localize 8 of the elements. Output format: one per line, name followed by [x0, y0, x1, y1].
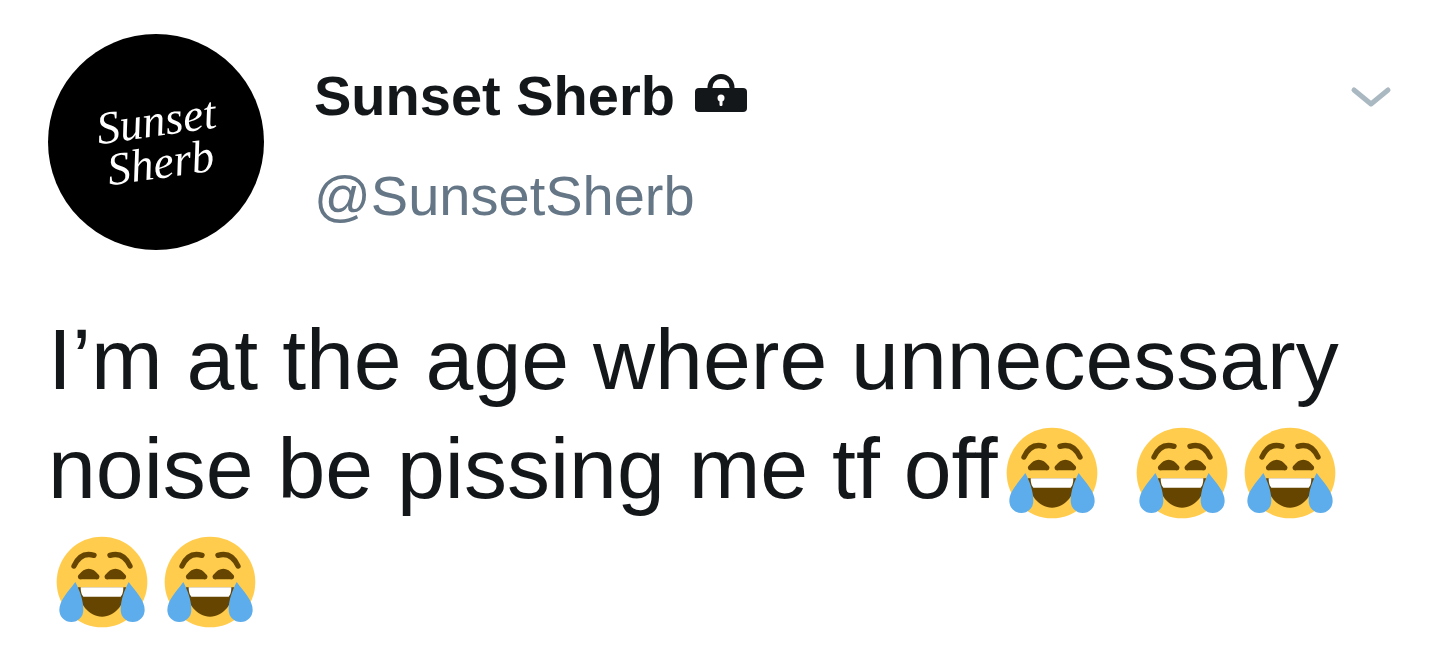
username-handle[interactable]: @SunsetSherb — [314, 164, 747, 228]
tweet-text: I’m at the age where unnecessary — [48, 310, 1339, 409]
avatar[interactable]: Sunset Sherb — [48, 34, 264, 250]
display-name[interactable]: Sunset Sherb — [314, 64, 675, 128]
tweet-text: noise be pissing me tf off — [48, 420, 998, 516]
tears-of-joy-emoji-icon — [162, 534, 258, 630]
chevron-down-icon[interactable] — [1350, 86, 1392, 108]
tears-of-joy-emoji-icon — [54, 534, 150, 630]
